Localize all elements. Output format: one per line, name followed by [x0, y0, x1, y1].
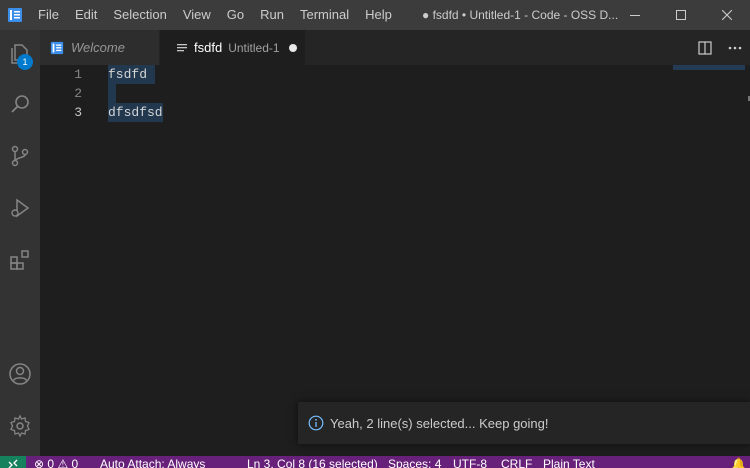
notifications-button[interactable]: 🔔: [731, 456, 746, 468]
warning-icon: ⚠: [57, 457, 69, 468]
close-window-button[interactable]: [704, 0, 750, 30]
unsaved-dot-icon[interactable]: [288, 43, 297, 52]
account-icon: [9, 363, 31, 385]
ellipsis-icon: [728, 46, 742, 49]
source-control-button[interactable]: [0, 132, 40, 180]
eol-status[interactable]: CRLF: [501, 456, 532, 468]
menu-run[interactable]: Run: [252, 0, 292, 30]
tab-description: Untitled-1: [228, 40, 280, 55]
editor-actions: [690, 30, 750, 65]
menu-view[interactable]: View: [175, 0, 219, 30]
account-button[interactable]: [0, 350, 40, 398]
problems-status-button[interactable]: ⊗ 0 ⚠ 0: [34, 456, 78, 468]
minimize-button[interactable]: [612, 0, 658, 30]
editor-tab-bar: Welcome fsdfd Untitled-1: [40, 30, 750, 65]
encoding-status[interactable]: UTF-8: [453, 456, 487, 468]
editor-area[interactable]: 1 fsdfd 2 3 dfsdfsd: [40, 65, 750, 456]
warning-count: 0: [71, 457, 79, 468]
auto-attach-status[interactable]: Auto Attach: Always: [100, 456, 205, 468]
search-button[interactable]: [0, 80, 40, 128]
menu-file[interactable]: File: [30, 0, 67, 30]
manage-button[interactable]: [0, 402, 40, 450]
source-control-icon: [11, 145, 29, 167]
menu-go[interactable]: Go: [219, 0, 252, 30]
run-debug-icon: [11, 198, 30, 218]
language-mode-status[interactable]: Plain Text: [543, 456, 595, 468]
maximize-button[interactable]: [658, 0, 704, 30]
run-debug-button[interactable]: [0, 184, 40, 232]
tab-welcome[interactable]: Welcome: [40, 30, 159, 65]
split-editor-icon: [698, 40, 712, 55]
minimap-slider[interactable]: [673, 65, 745, 70]
extensions-icon: [10, 250, 29, 270]
close-icon: [722, 10, 732, 20]
editor-line[interactable]: 2: [40, 84, 740, 103]
menu-edit[interactable]: Edit: [67, 0, 105, 30]
text-file-icon: [177, 43, 187, 51]
notification-toast: Yeah, 2 line(s) selected... Keep going!: [298, 402, 750, 444]
error-count: 0: [47, 457, 55, 468]
remote-indicator-button[interactable]: [0, 456, 26, 468]
maximize-icon: [676, 10, 686, 20]
menu-help[interactable]: Help: [357, 0, 400, 30]
bell-icon: 🔔: [731, 457, 746, 468]
tab-label: fsdfd: [194, 40, 223, 55]
minimize-icon: [630, 15, 640, 16]
editor-line[interactable]: 3 dfsdfsd: [40, 103, 740, 122]
window-controls: [612, 0, 750, 30]
search-icon: [11, 95, 29, 113]
menu-bar: File Edit Selection View Go Run Terminal…: [30, 0, 400, 30]
info-icon: [308, 415, 324, 431]
menu-selection[interactable]: Selection: [105, 0, 174, 30]
title-bar: File Edit Selection View Go Run Terminal…: [0, 0, 750, 30]
explorer-button[interactable]: 1: [0, 30, 40, 78]
editor-line[interactable]: 1 fsdfd: [40, 65, 740, 84]
window-title: ● fsdfd • Untitled-1 - Code - OSS D...: [422, 8, 619, 22]
notification-message: Yeah, 2 line(s) selected... Keep going!: [330, 415, 549, 431]
split-editor-button[interactable]: [690, 30, 720, 65]
activity-bar: 1: [0, 30, 40, 456]
tab-label: Welcome: [71, 40, 125, 55]
tab-untitled-1[interactable]: fsdfd Untitled-1: [160, 30, 305, 65]
more-actions-button[interactable]: [720, 30, 750, 65]
line-text: fsdfd: [108, 67, 148, 82]
line-text: dfsdfsd: [108, 105, 163, 120]
cursor-position-status[interactable]: Ln 3, Col 8 (16 selected): [247, 456, 378, 468]
indentation-status[interactable]: Spaces: 4: [388, 456, 441, 468]
vscode-logo-icon: [50, 41, 64, 54]
status-bar: ⊗ 0 ⚠ 0 Auto Attach: Always Ln 3, Col 8 …: [0, 456, 750, 468]
line-number: 3: [74, 105, 82, 120]
menu-terminal[interactable]: Terminal: [292, 0, 357, 30]
line-number: 2: [74, 86, 82, 101]
extensions-button[interactable]: [0, 236, 40, 284]
line-number: 1: [74, 67, 82, 82]
selection-highlight: [108, 84, 116, 103]
vscode-logo-icon: [0, 0, 30, 30]
error-icon: ⊗: [34, 457, 45, 468]
settings-gear-icon: [10, 414, 30, 438]
explorer-badge: 1: [17, 54, 33, 70]
remote-icon: [8, 459, 18, 468]
